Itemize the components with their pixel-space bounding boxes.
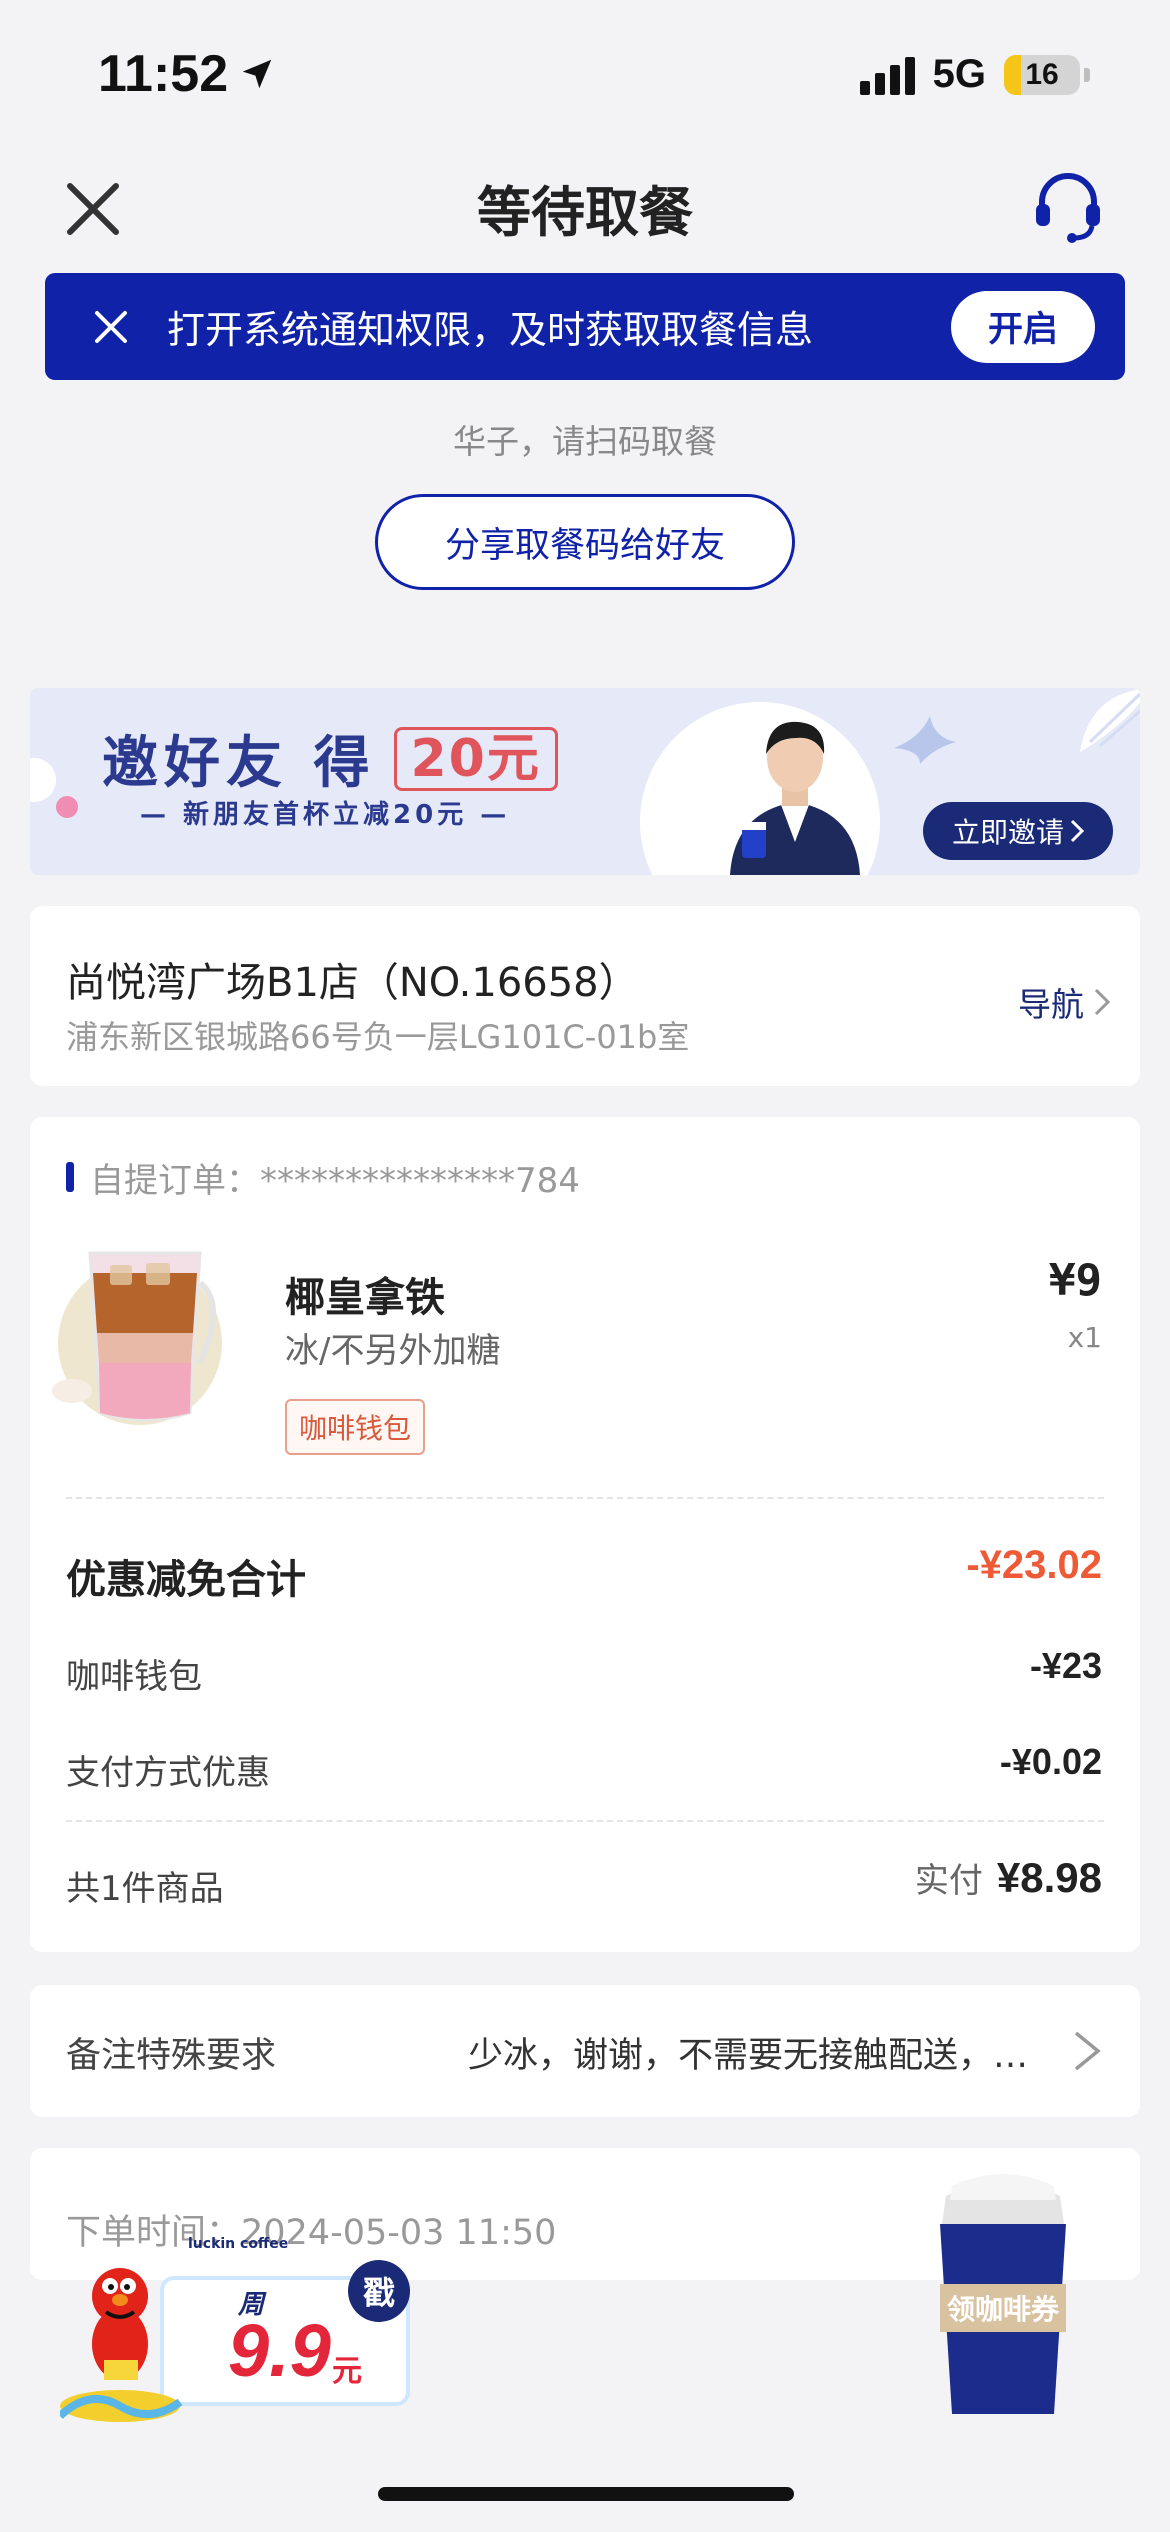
status-time: 11:52 [98,44,276,104]
store-address: 浦东新区银城路66号负一层LG101C-01b室 [66,1018,690,1056]
battery-nub [1084,67,1090,82]
discount-total-label: 优惠减免合计 [66,1557,306,1603]
payment-discount-value: -¥0.02 [999,1741,1102,1782]
invite-subtitle: — 新朋友首杯立减20元 — [140,800,511,830]
promo-float[interactable]: luckin coffee 周 9.9 元 戳 [60,2236,420,2426]
promo-price: 9.9 [228,2309,331,2392]
promo-unit: 元 [332,2354,362,2389]
invite-now-button[interactable]: 立即邀请 [923,802,1113,860]
shell-decor-icon [1080,689,1140,752]
page-title: 等待取餐 [477,181,693,244]
discount-total-value: -¥23.02 [966,1543,1102,1587]
paid-value: ¥8.98 [996,1854,1102,1901]
navigation-link[interactable]: 导航 [1018,978,1110,1026]
enable-notification-button[interactable]: 开启 [951,290,1095,363]
coffee-wallet-tag: 咖啡钱包 [285,1399,426,1455]
network-type: 5G [932,52,986,96]
store-card: 尚悦湾广场B1店（NO.16658） 浦东新区银城路66号负一层LG101C-0… [30,906,1140,1086]
decor-dot [30,758,56,802]
decor-dot [56,796,78,818]
invite-amount: 20元 [393,726,558,791]
chevron-right-icon [1074,2031,1101,2071]
notification-banner: 打开系统通知权限，及时获取取餐信息 开启 [45,273,1125,380]
store-name: 尚悦湾广场B1店（NO.16658） [66,960,639,1006]
divider [66,1820,1104,1822]
payment-discount-label: 支付方式优惠 [66,1753,270,1793]
pickup-greeting: 华子，请扫码取餐 [453,422,717,461]
item-count: 共1件商品 [66,1869,224,1909]
ambassador-image [730,721,860,875]
elmo-mascot-icon [60,2268,183,2422]
home-indicator[interactable] [378,2487,794,2501]
close-icon[interactable] [89,305,133,349]
divider [66,1497,1104,1499]
section-marker [66,1162,74,1192]
notification-text: 打开系统通知权限，及时获取取餐信息 [167,308,814,352]
product-quantity: x1 [1067,1321,1102,1354]
location-arrow-icon [242,59,272,89]
wallet-value: -¥23 [1029,1645,1102,1686]
product-spec: 冰/不另外加糖 [285,1331,501,1371]
order-card: 自提订单：***************784 椰皇拿铁 冰/不另外加糖 咖啡钱… [30,1117,1140,1952]
status-indicators: 5G 16 [859,52,1090,97]
promo-stamp: 戳 [348,2260,410,2322]
remark-value: 少冰，谢谢，不需要无接触配送，… [468,2036,1029,2076]
signal-icon [859,55,915,95]
promo-brand: luckin coffee [188,2236,289,2252]
bird-icon [894,716,956,764]
chevron-right-icon [1094,988,1110,1016]
wallet-label: 咖啡钱包 [66,1657,202,1697]
product-price: ¥9 [1049,1255,1102,1306]
invite-title: 邀好友 得 20元 [102,718,558,799]
remark-row[interactable]: 备注特殊要求 少冰，谢谢，不需要无接触配送，… [30,1985,1140,2117]
headset-icon[interactable] [1030,168,1106,244]
battery-icon: 16 [1004,54,1080,95]
share-pickup-code-button[interactable]: 分享取餐码给好友 [375,494,795,590]
remark-label: 备注特殊要求 [66,2036,277,2076]
paid-label: 实付 [914,1861,983,1901]
invite-banner[interactable]: 邀好友 得 20元 — 新朋友首杯立减20元 — 立即邀请 [30,688,1140,875]
product-name: 椰皇拿铁 [285,1275,445,1321]
product-image [52,1251,222,1425]
paid-amount: 实付 ¥8.98 [915,1853,1102,1902]
chevron-right-icon [1070,819,1084,843]
coupon-label[interactable]: 领咖啡券 [940,2284,1066,2332]
order-number: 自提订单：***************784 [90,1161,580,1201]
